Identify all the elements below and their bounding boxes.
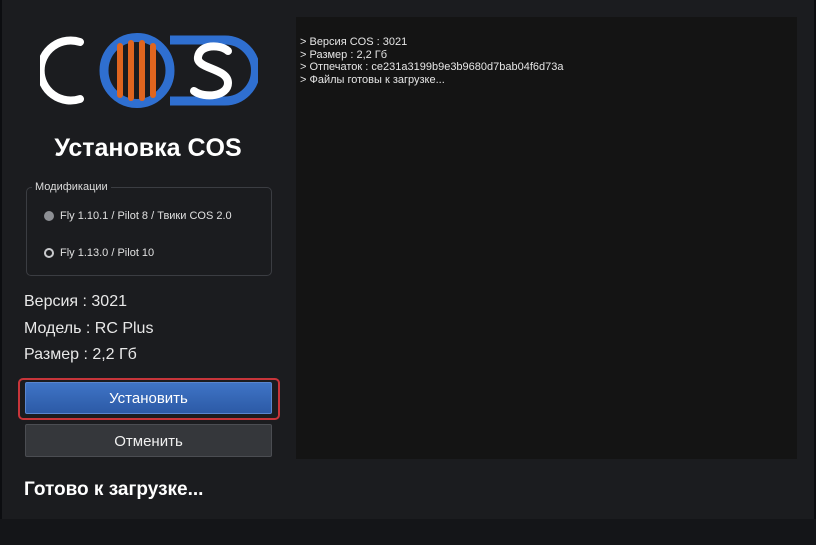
window-border-left [0, 0, 2, 545]
model-info: Модель : RC Plus [24, 320, 154, 337]
cancel-button[interactable]: Отменить [25, 424, 272, 457]
status-text: Готово к загрузке... [24, 479, 204, 500]
radio-option-fly-1-13-0[interactable]: Fly 1.13.0 / Pilot 10 [44, 247, 154, 259]
log-console[interactable]: > Версия COS : 3021 > Размер : 2,2 Гб > … [296, 17, 797, 459]
bottom-bar [0, 519, 816, 545]
radio-checked-icon[interactable] [44, 248, 54, 258]
log-line: > Размер : 2,2 Гб [300, 48, 388, 61]
install-button[interactable]: Установить [25, 382, 272, 414]
modifications-legend: Модификации [32, 181, 111, 193]
radio-option-label: Fly 1.13.0 / Pilot 10 [60, 247, 155, 259]
version-info: Версия : 3021 [24, 293, 127, 310]
radio-unchecked-icon[interactable] [44, 211, 54, 221]
log-line: > Файлы готовы к загрузке... [300, 73, 445, 86]
log-line: > Отпечаток : ce231a3199b9e3b9680d7bab04… [300, 61, 564, 73]
cos-logo [40, 33, 258, 108]
app-title: Установка COS [54, 134, 242, 162]
size-info: Размер : 2,2 Гб [24, 346, 137, 363]
radio-option-label: Fly 1.10.1 / Pilot 8 / Твики COS 2.0 [60, 210, 232, 222]
log-line: > Версия COS : 3021 [300, 36, 408, 48]
modifications-group: Модификации Fly 1.10.1 / Pilot 8 / Твики… [26, 181, 272, 276]
radio-option-fly-1-10-1[interactable]: Fly 1.10.1 / Pilot 8 / Твики COS 2.0 [44, 210, 232, 222]
